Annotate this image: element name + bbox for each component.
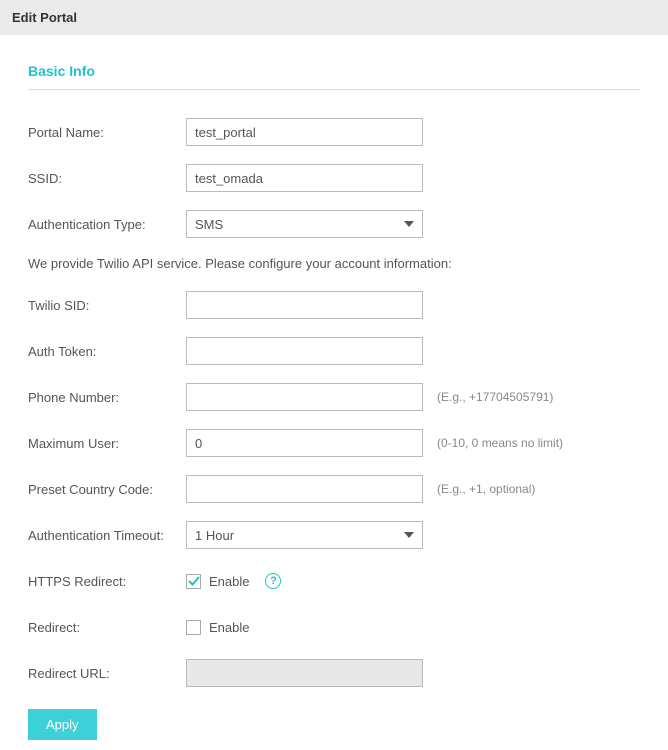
label-portal-name: Portal Name: [28, 125, 186, 140]
label-auth-timeout: Authentication Timeout: [28, 528, 186, 543]
label-max-user: Maximum User: [28, 436, 186, 451]
row-twilio-sid: Twilio SID: [28, 291, 640, 319]
input-redirect-url [186, 659, 423, 687]
label-twilio-sid: Twilio SID: [28, 298, 186, 313]
row-auth-timeout: Authentication Timeout: 1 Hour [28, 521, 640, 549]
input-preset-country[interactable] [186, 475, 423, 503]
row-ssid: SSID: [28, 164, 640, 192]
label-redirect: Redirect: [28, 620, 186, 635]
checkbox-label-redirect: Enable [209, 620, 249, 635]
row-redirect-url: Redirect URL: [28, 659, 640, 687]
input-portal-name[interactable] [186, 118, 423, 146]
checkbox-wrap-redirect: Enable [186, 620, 249, 635]
label-auth-type: Authentication Type: [28, 217, 186, 232]
label-ssid: SSID: [28, 171, 186, 186]
row-portal-name: Portal Name: [28, 118, 640, 146]
check-icon [188, 575, 200, 587]
checkbox-wrap-https-redirect: Enable ? [186, 573, 281, 589]
row-redirect: Redirect: Enable [28, 613, 640, 641]
chevron-down-icon [404, 221, 414, 227]
input-max-user[interactable] [186, 429, 423, 457]
twilio-info-text: We provide Twilio API service. Please co… [28, 256, 640, 271]
select-auth-type[interactable]: SMS [186, 210, 423, 238]
form-content: Basic Info Portal Name: SSID: Authentica… [0, 35, 668, 750]
select-auth-timeout-value: 1 Hour [195, 528, 234, 543]
input-phone-number[interactable] [186, 383, 423, 411]
checkbox-redirect[interactable] [186, 620, 201, 635]
label-phone-number: Phone Number: [28, 390, 186, 405]
row-max-user: Maximum User: (0-10, 0 means no limit) [28, 429, 640, 457]
hint-max-user: (0-10, 0 means no limit) [437, 436, 563, 450]
select-auth-type-value: SMS [195, 217, 223, 232]
label-https-redirect: HTTPS Redirect: [28, 574, 186, 589]
checkbox-label-https-redirect: Enable [209, 574, 249, 589]
row-phone-number: Phone Number: (E.g., +17704505791) [28, 383, 640, 411]
hint-preset-country: (E.g., +1, optional) [437, 482, 535, 496]
input-auth-token[interactable] [186, 337, 423, 365]
select-auth-timeout[interactable]: 1 Hour [186, 521, 423, 549]
checkbox-https-redirect[interactable] [186, 574, 201, 589]
label-redirect-url: Redirect URL: [28, 666, 186, 681]
page-header: Edit Portal [0, 0, 668, 35]
page-title: Edit Portal [12, 10, 77, 25]
help-icon[interactable]: ? [265, 573, 281, 589]
row-auth-token: Auth Token: [28, 337, 640, 365]
row-preset-country: Preset Country Code: (E.g., +1, optional… [28, 475, 640, 503]
label-preset-country: Preset Country Code: [28, 482, 186, 497]
apply-button[interactable]: Apply [28, 709, 97, 740]
input-ssid[interactable] [186, 164, 423, 192]
row-https-redirect: HTTPS Redirect: Enable ? [28, 567, 640, 595]
row-auth-type: Authentication Type: SMS [28, 210, 640, 238]
hint-phone-number: (E.g., +17704505791) [437, 390, 553, 404]
input-twilio-sid[interactable] [186, 291, 423, 319]
label-auth-token: Auth Token: [28, 344, 186, 359]
chevron-down-icon [404, 532, 414, 538]
section-basic-info: Basic Info [28, 63, 640, 90]
